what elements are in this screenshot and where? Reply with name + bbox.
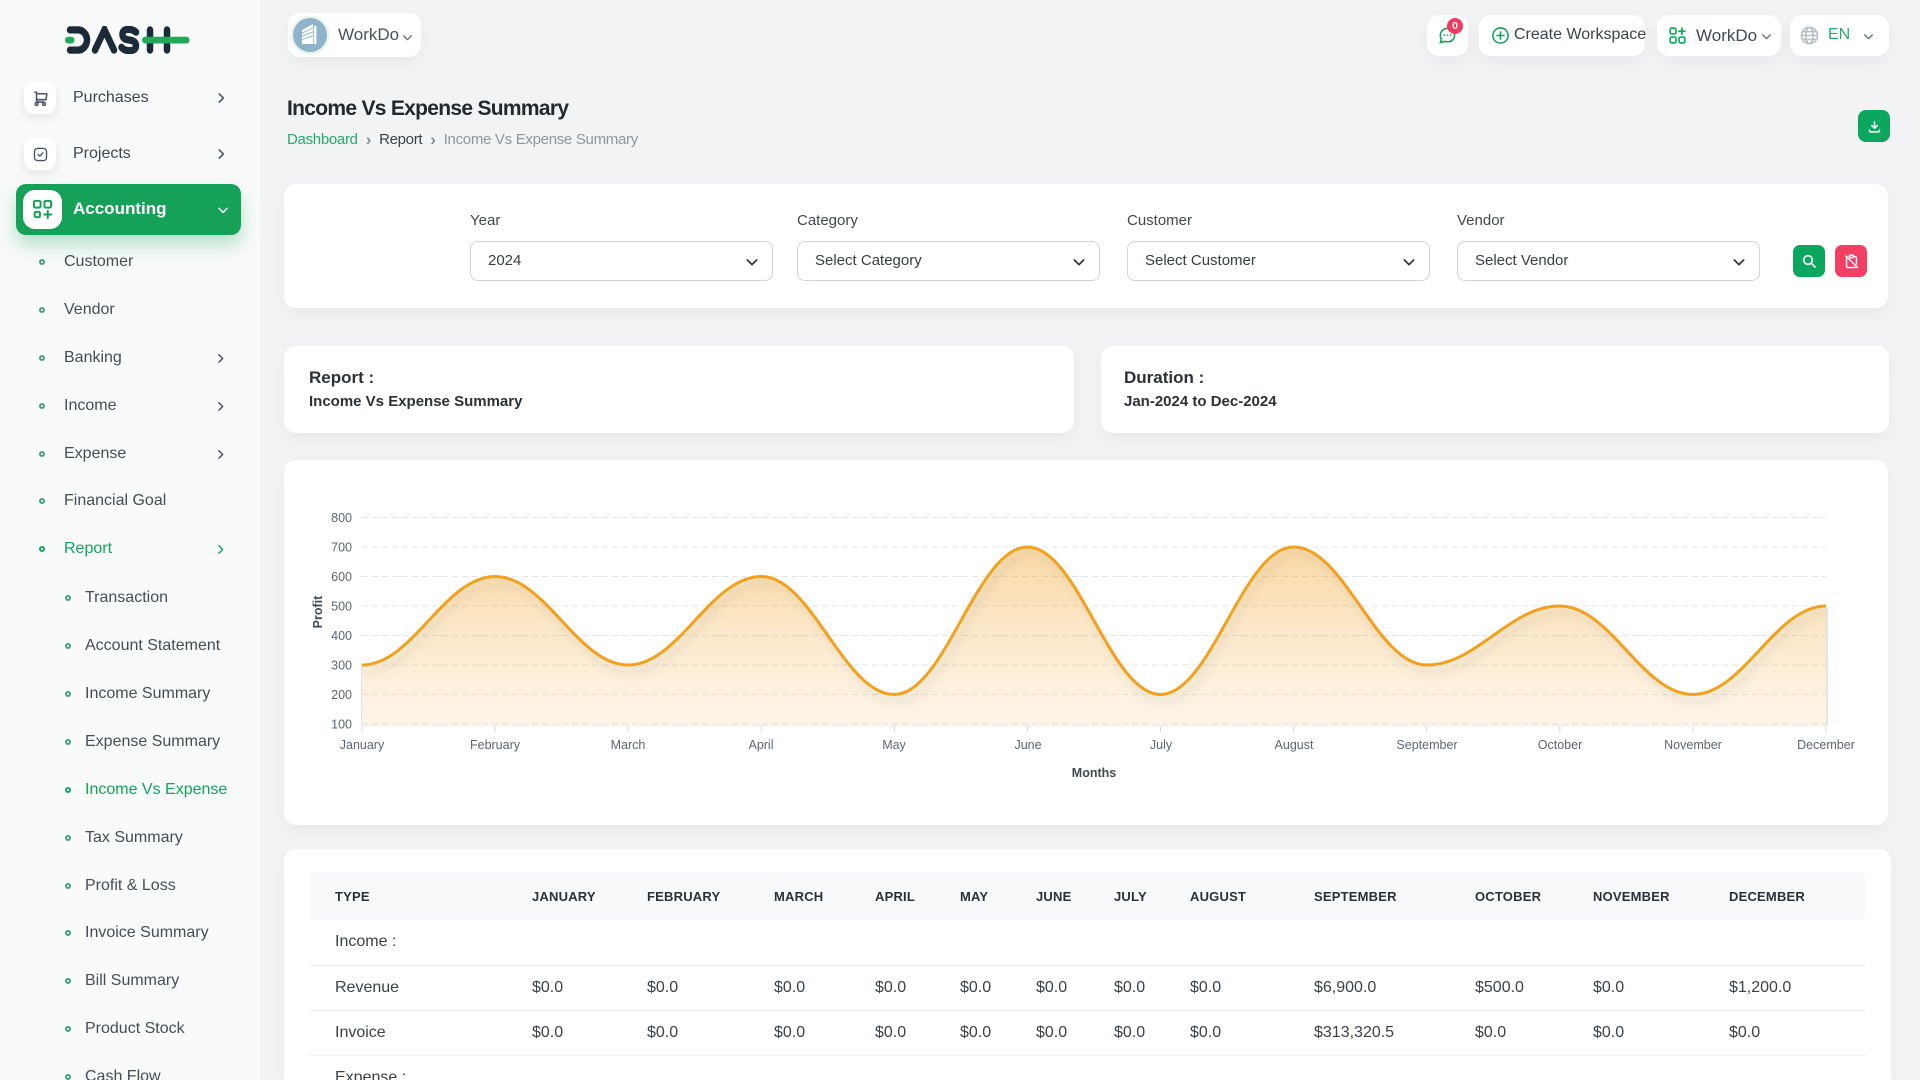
- svg-text:100: 100: [331, 718, 352, 732]
- svg-text:500: 500: [331, 600, 352, 614]
- svg-text:February: February: [470, 738, 521, 752]
- svg-text:200: 200: [331, 688, 352, 702]
- svg-text:May: May: [882, 738, 906, 752]
- svg-text:600: 600: [331, 570, 352, 584]
- svg-text:December: December: [1797, 738, 1855, 752]
- svg-text:700: 700: [331, 541, 352, 555]
- svg-text:August: August: [1275, 738, 1314, 752]
- svg-text:June: June: [1014, 738, 1041, 752]
- svg-text:November: November: [1664, 738, 1722, 752]
- svg-text:September: September: [1396, 738, 1457, 752]
- svg-text:Profit: Profit: [311, 595, 325, 628]
- svg-text:October: October: [1538, 738, 1582, 752]
- svg-text:March: March: [611, 738, 646, 752]
- svg-text:July: July: [1150, 738, 1173, 752]
- svg-text:April: April: [748, 738, 773, 752]
- svg-text:January: January: [340, 738, 385, 752]
- svg-text:Months: Months: [1072, 766, 1116, 780]
- svg-text:300: 300: [331, 659, 352, 673]
- svg-text:800: 800: [331, 511, 352, 525]
- svg-text:400: 400: [331, 629, 352, 643]
